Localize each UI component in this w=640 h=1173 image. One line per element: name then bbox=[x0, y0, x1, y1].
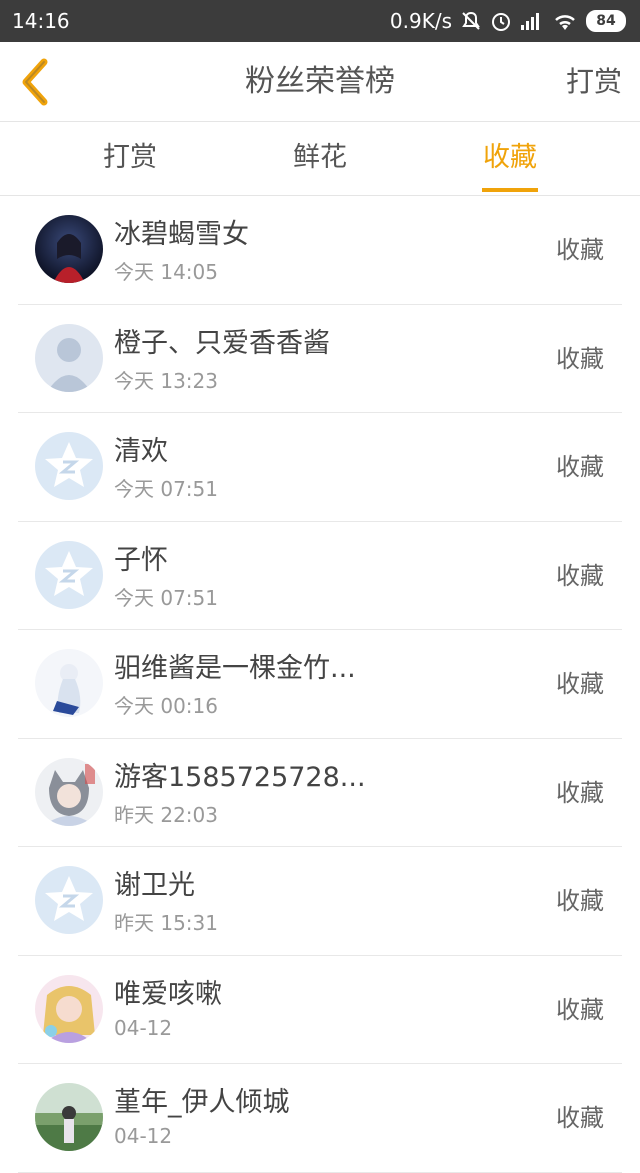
fan-name: 冰碧蝎雪女 bbox=[114, 219, 249, 250]
wifi-icon bbox=[552, 11, 578, 31]
avatar bbox=[35, 649, 103, 717]
fan-name: 唯爱咳嗽 bbox=[114, 978, 222, 1010]
mute-notification-icon bbox=[460, 10, 482, 32]
fan-time: 今天 00:16 bbox=[114, 694, 218, 718]
fan-name: 堇年_伊人倾城 bbox=[114, 1087, 290, 1118]
fan-action: 收藏 bbox=[556, 1104, 604, 1132]
fan-time: 04-12 bbox=[114, 1124, 173, 1148]
tab-favorites[interactable]: 收藏 bbox=[440, 122, 580, 196]
fan-name: 驲维酱是一棵金竹... bbox=[114, 653, 356, 684]
avatar bbox=[35, 215, 103, 283]
avatar bbox=[35, 323, 103, 392]
app-header: 粉丝荣誉榜 打赏 bbox=[0, 42, 640, 122]
list-item[interactable]: 冰碧蝎雪女 今天 14:05 收藏 bbox=[18, 196, 622, 305]
avatar bbox=[35, 1083, 103, 1151]
fan-time: 昨天 15:31 bbox=[114, 911, 218, 935]
tab-flowers[interactable]: 鲜花 bbox=[250, 122, 390, 196]
page-title: 粉丝荣誉榜 bbox=[245, 64, 395, 99]
fan-name: 橙子、只爱香香酱 bbox=[114, 327, 330, 359]
back-button[interactable] bbox=[14, 56, 54, 108]
avatar bbox=[35, 757, 103, 826]
fan-time: 今天 14:05 bbox=[114, 260, 218, 284]
fan-list: 冰碧蝎雪女 今天 14:05 收藏 橙子、只爱香香酱 今天 13:23 收藏 清… bbox=[18, 196, 622, 1173]
fan-name: 清欢 bbox=[114, 436, 168, 467]
alarm-icon bbox=[490, 10, 512, 32]
tab-label: 打赏 bbox=[103, 142, 157, 173]
list-item[interactable]: 堇年_伊人倾城 04-12 收藏 bbox=[18, 1064, 622, 1173]
status-bar: 14:16 0.9K/s 84 bbox=[0, 0, 640, 42]
list-item[interactable]: 清欢 今天 07:51 收藏 bbox=[18, 413, 622, 522]
list-item[interactable]: 唯爱咳嗽 04-12 收藏 bbox=[18, 956, 622, 1064]
avatar bbox=[35, 866, 103, 934]
fan-name: 谢卫光 bbox=[114, 870, 195, 901]
fan-action: 收藏 bbox=[556, 778, 604, 807]
fan-time: 04-12 bbox=[114, 1015, 173, 1040]
tab-label: 鲜花 bbox=[293, 142, 347, 173]
status-time: 14:16 bbox=[12, 9, 70, 33]
avatar bbox=[35, 974, 103, 1043]
tab-bar: 打赏 鲜花 收藏 bbox=[0, 122, 640, 196]
active-tab-indicator bbox=[482, 188, 538, 192]
fan-time: 昨天 22:03 bbox=[114, 802, 218, 827]
list-item[interactable]: 谢卫光 昨天 15:31 收藏 bbox=[18, 847, 622, 956]
fan-time: 今天 07:51 bbox=[114, 585, 218, 610]
list-item[interactable]: 橙子、只爱香香酱 今天 13:23 收藏 bbox=[18, 305, 622, 413]
list-item[interactable]: 子怀 今天 07:51 收藏 bbox=[18, 522, 622, 630]
fan-action: 收藏 bbox=[556, 344, 604, 373]
avatar bbox=[35, 540, 103, 609]
avatar bbox=[35, 432, 103, 500]
net-speed: 0.9K/s bbox=[389, 9, 452, 33]
signal-icon bbox=[520, 11, 544, 31]
tab-label: 收藏 bbox=[483, 142, 537, 173]
list-item[interactable]: 驲维酱是一棵金竹... 今天 00:16 收藏 bbox=[18, 630, 622, 739]
fan-action: 收藏 bbox=[556, 453, 604, 481]
reward-button[interactable]: 打赏 bbox=[566, 42, 622, 122]
list-item[interactable]: 游客1585725728... 昨天 22:03 收藏 bbox=[18, 739, 622, 847]
fan-action: 收藏 bbox=[556, 236, 604, 264]
chevron-left-icon bbox=[22, 58, 48, 106]
fan-name: 游客1585725728... bbox=[114, 761, 366, 793]
fan-time: 今天 07:51 bbox=[114, 477, 218, 501]
fan-action: 收藏 bbox=[556, 670, 604, 698]
status-icons: 0.9K/s 84 bbox=[390, 9, 626, 33]
fan-time: 今天 13:23 bbox=[114, 368, 218, 393]
tab-reward[interactable]: 打赏 bbox=[60, 122, 200, 196]
fan-action: 收藏 bbox=[556, 995, 604, 1024]
fan-name: 子怀 bbox=[114, 544, 168, 576]
fan-action: 收藏 bbox=[556, 887, 604, 915]
battery-icon: 84 bbox=[586, 10, 626, 32]
fan-action: 收藏 bbox=[556, 561, 604, 590]
